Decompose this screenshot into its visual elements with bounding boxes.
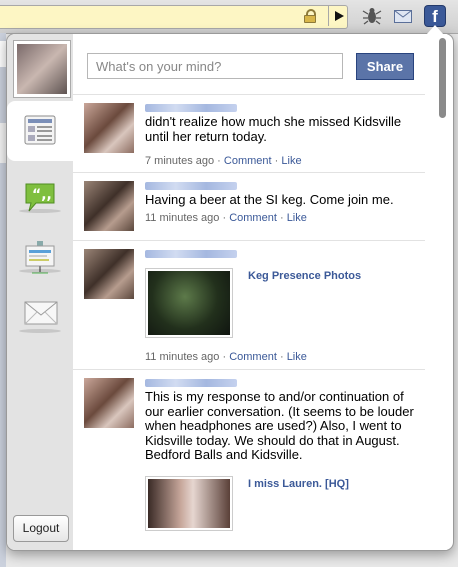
author-name-blurred[interactable]: [145, 379, 237, 387]
separator: ·: [217, 155, 221, 167]
news-feed-icon: [24, 115, 56, 150]
feed-item: This is my response to and/or continuati…: [73, 369, 425, 550]
avatar[interactable]: [84, 249, 134, 299]
like-link[interactable]: Like: [281, 155, 301, 167]
separator: ·: [222, 212, 227, 224]
popup-pointer: [426, 25, 444, 35]
avatar[interactable]: [84, 103, 134, 153]
tab-messages[interactable]: [7, 287, 73, 347]
video-link[interactable]: I miss Lauren. [HQ]: [248, 478, 349, 490]
lock-icon[interactable]: [304, 9, 316, 23]
photo-thumbnail[interactable]: [145, 268, 233, 338]
feed-item: Having a beer at the SI keg. Come join m…: [73, 172, 425, 241]
avatar[interactable]: [84, 181, 134, 231]
album-link[interactable]: Keg Presence Photos: [248, 270, 361, 282]
feed-item: didn't realize how much she missed Kidsv…: [73, 94, 425, 173]
status-input[interactable]: What's on your mind?: [87, 53, 343, 79]
timestamp: 11 minutes ago: [145, 212, 220, 224]
user-avatar[interactable]: [14, 41, 70, 97]
svg-text:“,,: “,,: [32, 187, 52, 203]
author-name-blurred[interactable]: [145, 182, 237, 190]
tab-news-feed[interactable]: [7, 101, 73, 161]
comment-link[interactable]: Comment: [229, 212, 277, 224]
post-meta: 11 minutes ago · Comment · Like: [145, 351, 307, 363]
sidebar: “,, Logout: [7, 34, 73, 550]
separator: ·: [279, 212, 284, 224]
like-link[interactable]: Like: [287, 212, 307, 224]
separator: ·: [279, 351, 284, 363]
facebook-popup: “,, Logout What's on your mind? Share di…: [6, 33, 454, 551]
logout-button[interactable]: Logout: [13, 515, 69, 542]
scrollbar-thumb[interactable]: [439, 38, 446, 118]
like-link[interactable]: Like: [287, 351, 307, 363]
timestamp: 11 minutes ago: [145, 351, 220, 363]
timestamp: 7 minutes ago: [145, 155, 215, 167]
comment-link[interactable]: Comment: [224, 155, 272, 167]
mail-icon[interactable]: [394, 10, 412, 23]
feed-panel: What's on your mind? Share didn't realiz…: [73, 34, 425, 550]
separator: ·: [222, 351, 227, 363]
post-text: Having a beer at the SI keg. Come join m…: [145, 192, 394, 207]
browser-toolbar: f: [0, 0, 458, 34]
post-text: didn't realize how much she missed Kidsv…: [145, 114, 402, 144]
facebook-icon[interactable]: f: [425, 6, 445, 26]
avatar[interactable]: [84, 378, 134, 428]
scrollbar[interactable]: [427, 34, 447, 550]
comment-link[interactable]: Comment: [229, 351, 277, 363]
bug-icon[interactable]: [362, 7, 382, 25]
feed-item: Keg Presence Photos 11 minutes ago · Com…: [73, 240, 425, 370]
address-bar[interactable]: [0, 5, 348, 29]
posted-items-icon: [24, 241, 56, 280]
post-meta: 7 minutes ago · Comment · Like: [145, 155, 302, 167]
separator: ·: [274, 155, 279, 167]
tab-posted-items[interactable]: [7, 227, 73, 287]
author-name-blurred[interactable]: [145, 104, 237, 112]
play-icon[interactable]: [328, 6, 349, 26]
post-text: This is my response to and/or continuati…: [145, 389, 414, 462]
author-name-blurred[interactable]: [145, 250, 237, 258]
post-meta: 11 minutes ago · Comment · Like: [145, 212, 307, 224]
share-button[interactable]: Share: [356, 53, 414, 80]
video-thumbnail[interactable]: [145, 476, 233, 531]
tab-status-updates[interactable]: “,,: [7, 167, 73, 227]
messages-icon: [24, 301, 58, 332]
